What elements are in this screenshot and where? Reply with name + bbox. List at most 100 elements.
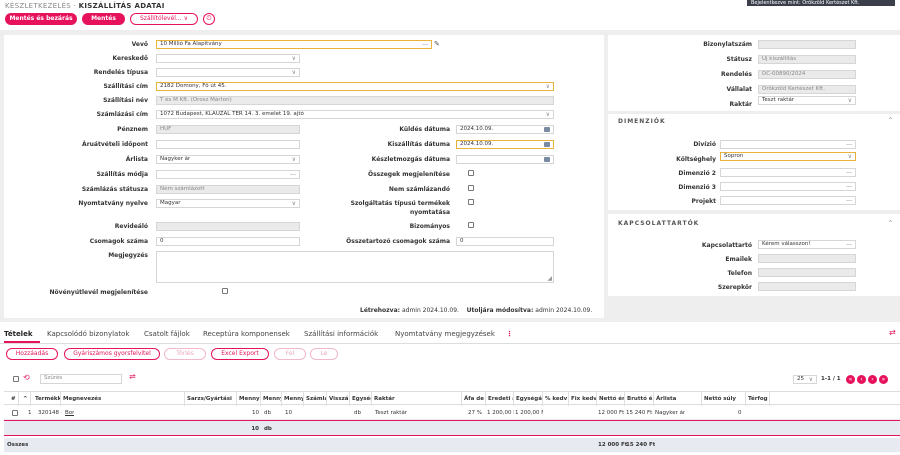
pickup-time-field[interactable] — [156, 140, 300, 149]
service-print-checkbox[interactable] — [468, 199, 474, 205]
col-discount-pct[interactable]: % kedv — [543, 392, 569, 406]
cost-center-select[interactable]: Sopron ∨ — [720, 152, 856, 161]
calendar-icon[interactable] — [544, 142, 550, 147]
project-field[interactable]: … — [720, 196, 856, 205]
package-count-field[interactable]: 0 — [156, 237, 300, 246]
last-page-icon[interactable]: » — [879, 375, 888, 384]
not-billable-checkbox[interactable] — [468, 185, 474, 191]
ship-address-select[interactable]: 2182 Domony, Fő út 45. ∨ — [156, 82, 554, 91]
consignment-checkbox[interactable] — [468, 222, 474, 228]
collapse-icon[interactable]: ^ — [888, 220, 893, 227]
col-unit[interactable]: Egység — [350, 392, 372, 406]
col-code[interactable]: Termékk — [33, 392, 61, 406]
ship-name-field: T és M Kft. (Orosz Márton) — [156, 96, 554, 105]
reset-filter-icon[interactable]: ⟲ — [23, 373, 30, 382]
save-button[interactable]: Mentés — [82, 13, 125, 25]
more-icon[interactable]: … — [846, 241, 852, 247]
col-returned[interactable]: Visszá — [327, 392, 350, 406]
more-icon[interactable]: … — [846, 197, 852, 203]
history-button[interactable]: ⏲ — [203, 13, 215, 25]
note-textarea[interactable]: ◢ — [156, 251, 554, 283]
ship-mode-field[interactable]: … — [156, 170, 300, 179]
tab-shipping-info[interactable]: Szállítási információk — [304, 330, 378, 338]
more-icon[interactable]: … — [846, 169, 852, 175]
buyer-field[interactable]: 10 Millió Fa Alapítvány… — [156, 40, 432, 49]
swap-icon[interactable]: ⇄ — [889, 328, 896, 337]
tab-print-notes[interactable]: Nyomtatvány megjegyzések — [395, 330, 495, 338]
move-down-button[interactable]: Le — [310, 348, 338, 360]
col-sort[interactable]: ^ — [21, 392, 31, 406]
select-all-checkbox[interactable] — [13, 376, 19, 382]
collapse-icon[interactable]: ^ — [888, 117, 893, 124]
add-button[interactable]: Hozzáadás — [6, 348, 58, 360]
bill-address-select[interactable]: 1072 Budapest, KLAUZÁL TÉR 14. 3. emelet… — [156, 110, 554, 119]
delete-button[interactable]: Törlés — [164, 348, 206, 360]
order-type-select[interactable]: ∨ — [156, 68, 300, 77]
calendar-icon[interactable] — [544, 157, 550, 162]
table-row[interactable]: 1 320148 Bor 10 db 10 db Teszt raktár 27… — [4, 406, 900, 420]
col-gross[interactable]: Bruttó é — [625, 392, 654, 406]
save-close-button[interactable]: Mentés és bezárás — [5, 13, 77, 25]
show-sums-checkbox[interactable] — [468, 170, 474, 176]
move-up-button[interactable]: Fel — [274, 348, 306, 360]
col-qty3[interactable]: Menny — [282, 392, 304, 406]
more-vertical-icon[interactable]: ⋮ — [506, 330, 513, 338]
calendar-icon[interactable] — [544, 127, 550, 132]
more-icon[interactable]: … — [846, 183, 852, 189]
page-size-select[interactable]: 25 ∨ — [793, 375, 817, 384]
col-volume[interactable]: Térfog — [746, 392, 770, 406]
print-language-select[interactable]: Magyar ∨ — [156, 199, 300, 208]
delivery-date-field[interactable]: 2024.10.09. — [456, 140, 554, 149]
col-billed[interactable]: Számlá — [304, 392, 327, 406]
trader-select[interactable]: ∨ — [156, 54, 300, 63]
dimension2-field[interactable]: … — [720, 168, 856, 177]
col-vat[interactable]: Áfa de — [462, 392, 486, 406]
cost-center-label: Költséghely — [676, 156, 716, 163]
col-net[interactable]: Nettó ér — [597, 392, 625, 406]
col-fixed-discount[interactable]: Fix kedv — [569, 392, 597, 406]
phone-field — [758, 268, 856, 277]
next-page-icon[interactable]: › — [868, 375, 877, 384]
first-page-icon[interactable]: « — [846, 375, 855, 384]
col-qty[interactable]: Mennyis — [237, 392, 261, 406]
col-pricelist[interactable]: Árlista — [654, 392, 702, 406]
more-icon[interactable]: … — [290, 171, 296, 177]
row-qty: 10 — [252, 410, 259, 416]
more-icon[interactable]: … — [422, 41, 428, 47]
swap-columns-icon[interactable]: ⇌ — [129, 372, 136, 381]
dimension3-field[interactable]: … — [720, 182, 856, 191]
total-packages-field[interactable]: 0 — [456, 237, 554, 246]
col-name[interactable]: Megnevezés — [61, 392, 185, 406]
warehouse-select[interactable]: Teszt raktár ∨ — [758, 96, 856, 105]
row-name-link[interactable]: Bor — [65, 410, 74, 416]
col-batch[interactable]: Sarzs/Gyártási — [185, 392, 237, 406]
col-num[interactable]: # — [9, 392, 19, 406]
delivery-note-dropdown[interactable]: Szállítólevél... ∨ — [130, 13, 198, 25]
plant-passport-checkbox[interactable] — [222, 288, 228, 294]
division-field[interactable]: … — [720, 140, 856, 149]
filter-input[interactable]: Szűrés — [40, 374, 122, 384]
tab-recipe-components[interactable]: Receptúra komponensek — [203, 330, 290, 338]
breadcrumb-section[interactable]: KÉSZLETKEZELÉS — [5, 2, 71, 10]
tab-items[interactable]: Tételek — [4, 330, 33, 338]
row-num: 1 — [28, 410, 32, 416]
prev-page-icon[interactable]: ‹ — [857, 375, 866, 384]
send-date-field[interactable]: 2024.10.09. — [456, 125, 554, 134]
excel-export-button[interactable]: Excel Export — [211, 348, 269, 360]
serial-quick-add-button[interactable]: Gyáriszámos gyorsfelvitel — [64, 348, 160, 360]
tab-attached-files[interactable]: Csatolt fájlok — [144, 330, 190, 338]
col-unit-price[interactable]: Egységár — [514, 392, 543, 406]
pricelist-label: Árlista — [125, 156, 148, 163]
tab-related-documents[interactable]: Kapcsolódó bizonylatok — [47, 330, 129, 338]
stock-date-field[interactable] — [456, 155, 554, 164]
col-warehouse[interactable]: Raktár — [372, 392, 462, 406]
row-checkbox[interactable] — [12, 410, 18, 416]
col-qty2[interactable]: Menny — [261, 392, 282, 406]
col-orig-price[interactable]: Eredeti á — [486, 392, 514, 406]
more-icon[interactable]: … — [846, 141, 852, 147]
col-net-weight[interactable]: Nettó súly — [702, 392, 746, 406]
contact-field[interactable]: Kérem válasszon!… — [758, 240, 856, 249]
edit-icon[interactable]: ✎ — [434, 40, 440, 48]
resize-handle-icon[interactable]: ◢ — [547, 275, 552, 282]
pricelist-select[interactable]: Nagyker ár ∨ — [156, 155, 300, 164]
